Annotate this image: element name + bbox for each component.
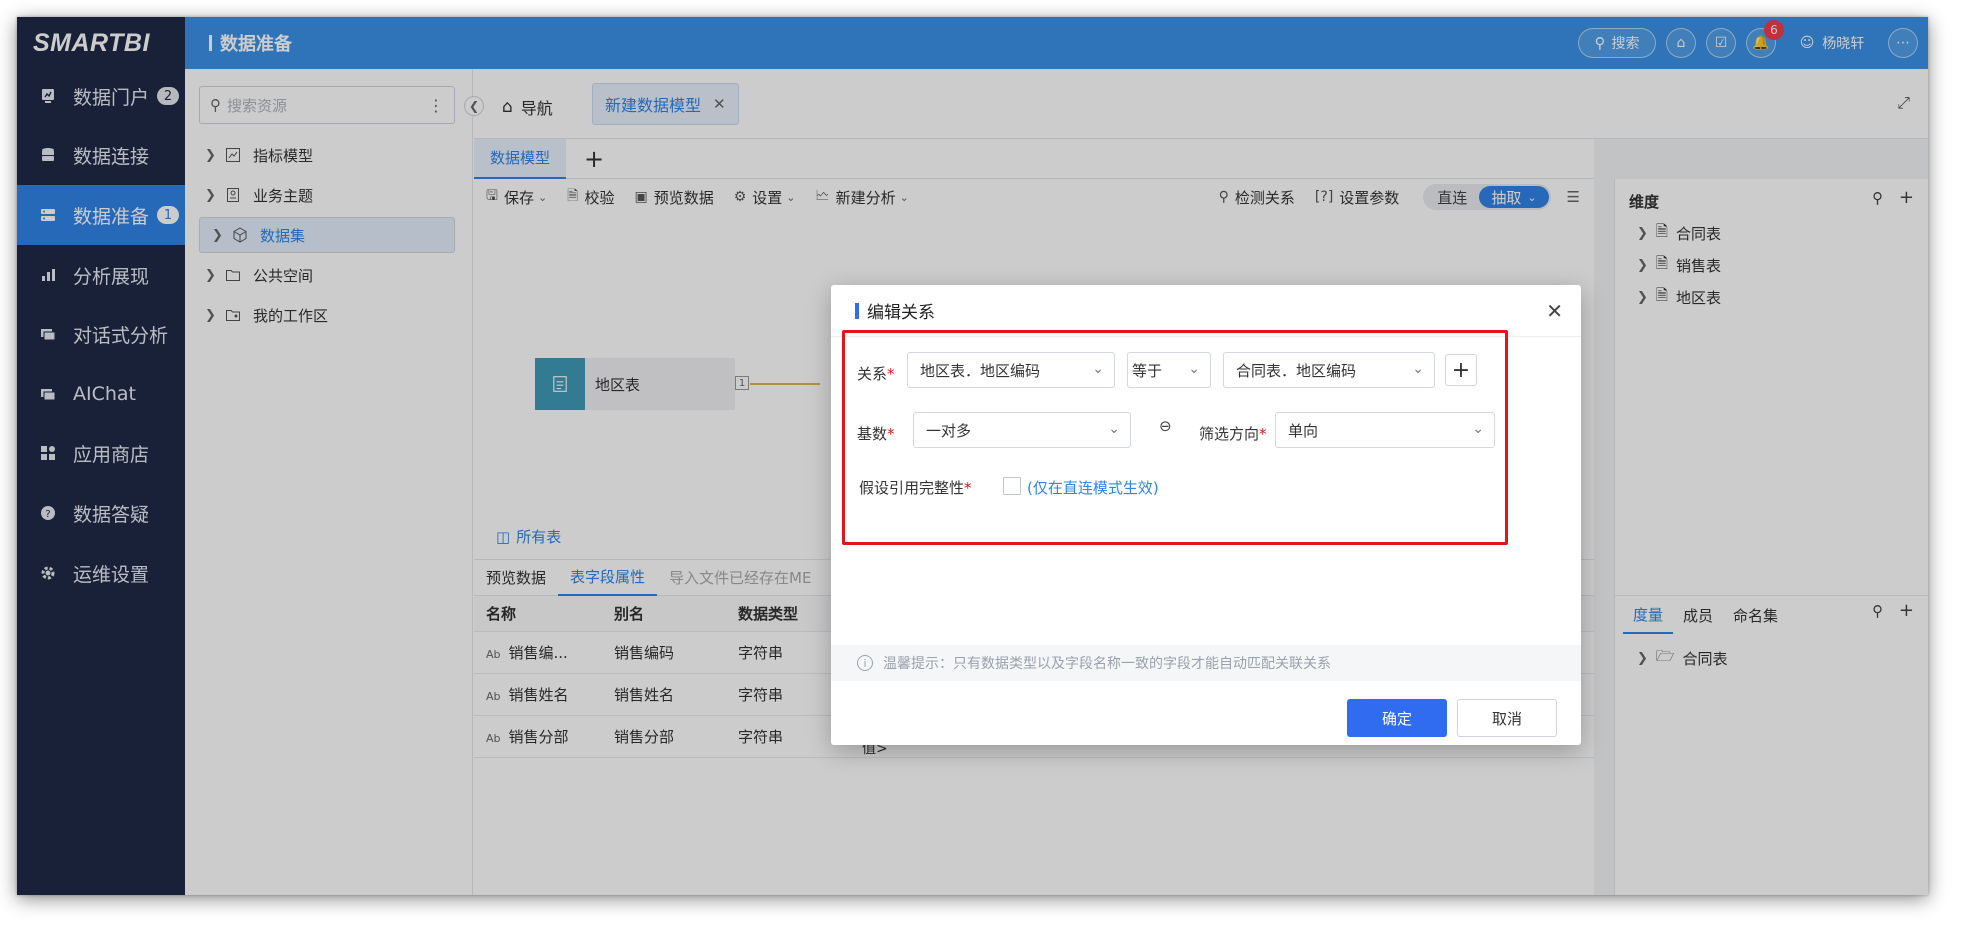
integrity-label: 假设引用完整性* [859,479,972,497]
tip-bar: i 温馨提示：只有数据类型以及字段名称一致的字段才能自动匹配关联关系 [831,645,1581,681]
info-icon: i [857,655,873,671]
app-window: SMARTBI 数据门户 2 数据连接 数据准备 1 分析展现 对话式分析 AI… [17,17,1928,895]
select-value: 等于 [1132,361,1163,380]
add-relation-button[interactable]: + [1445,354,1477,386]
select-value: 一对多 [926,421,972,440]
dialog-title: 编辑关系 [867,303,935,323]
relation-label: 关系* [857,365,895,383]
filter-direction-label: 筛选方向* [1199,425,1267,443]
chevron-down-icon: ⌄ [1108,421,1120,437]
chevron-down-icon: ⌄ [1188,361,1200,377]
chevron-down-icon: ⌄ [1412,361,1424,377]
relation-left-select[interactable]: 地区表．地区编码 ⌄ [907,352,1115,388]
cardinality-label: 基数* [857,425,895,443]
chevron-down-icon: ⌄ [1092,361,1104,377]
title-marker [855,302,859,319]
zoom-out-icon[interactable]: ⊖ [1159,417,1172,435]
cancel-button[interactable]: 取消 [1457,699,1557,737]
tip-text: 温馨提示：只有数据类型以及字段名称一致的字段才能自动匹配关联关系 [883,656,1331,672]
select-value: 单向 [1288,421,1319,440]
cardinality-select[interactable]: 一对多 ⌄ [913,412,1131,448]
filter-direction-select[interactable]: 单向 ⌄ [1275,412,1495,448]
integrity-hint: (仅在直连模式生效) [1027,479,1159,497]
relation-right-select[interactable]: 合同表．地区编码 ⌄ [1223,352,1435,388]
plus-icon: + [1451,357,1471,383]
chevron-down-icon: ⌄ [1472,421,1484,437]
select-value: 合同表．地区编码 [1236,361,1357,380]
relation-operator-select[interactable]: 等于 ⌄ [1127,352,1211,388]
ok-button[interactable]: 确定 [1347,699,1447,737]
edit-relation-dialog: 编辑关系 ✕ 关系* 地区表．地区编码 ⌄ 等于 ⌄ 合同表．地区编码 ⌄ + … [831,285,1581,745]
integrity-checkbox[interactable] [1003,477,1021,495]
select-value: 地区表．地区编码 [920,361,1041,380]
close-icon[interactable]: ✕ [1546,299,1563,323]
